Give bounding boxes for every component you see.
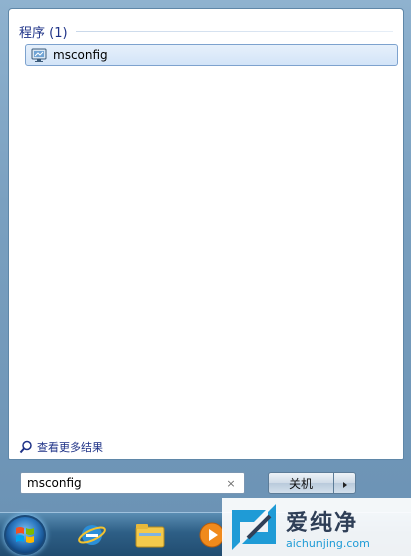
see-more-results-link[interactable]: 查看更多结果 bbox=[19, 439, 103, 455]
watermark-text: 爱纯净 aichunjing.com bbox=[286, 505, 370, 550]
start-orb[interactable] bbox=[4, 515, 46, 555]
shutdown-options-button[interactable] bbox=[334, 472, 356, 494]
watermark-url: aichunjing.com bbox=[286, 536, 370, 550]
msconfig-program-icon bbox=[31, 47, 47, 63]
triangle-right-icon bbox=[341, 474, 349, 493]
programs-group-title[interactable]: 程序 (1) bbox=[19, 22, 68, 41]
watermark-title: 爱纯净 bbox=[286, 510, 359, 536]
watermark-logo-icon bbox=[226, 502, 282, 552]
see-more-results-label: 查看更多结果 bbox=[37, 441, 103, 454]
search-input[interactable] bbox=[27, 474, 217, 492]
clear-search-button[interactable]: × bbox=[224, 476, 238, 490]
file-explorer-icon[interactable] bbox=[126, 517, 174, 553]
result-item-msconfig[interactable]: msconfig bbox=[25, 44, 398, 66]
start-menu: 程序 (1) msconfig 查看更多结果 msconfig × 关机 bbox=[0, 0, 411, 512]
watermark: 爱纯净 aichunjing.com bbox=[222, 498, 411, 556]
search-box[interactable]: × bbox=[20, 472, 245, 494]
shutdown-button[interactable]: 关机 bbox=[268, 472, 334, 494]
search-results-pane: 程序 (1) msconfig 查看更多结果 bbox=[8, 8, 404, 460]
magnifier-icon bbox=[19, 440, 33, 454]
group-divider bbox=[75, 30, 393, 32]
programs-group-header: 程序 (1) bbox=[19, 21, 393, 41]
windows-logo-icon bbox=[16, 527, 34, 543]
internet-explorer-icon[interactable] bbox=[68, 517, 116, 553]
shutdown-group: 关机 bbox=[268, 472, 358, 494]
result-item-label: msconfig bbox=[53, 48, 108, 62]
